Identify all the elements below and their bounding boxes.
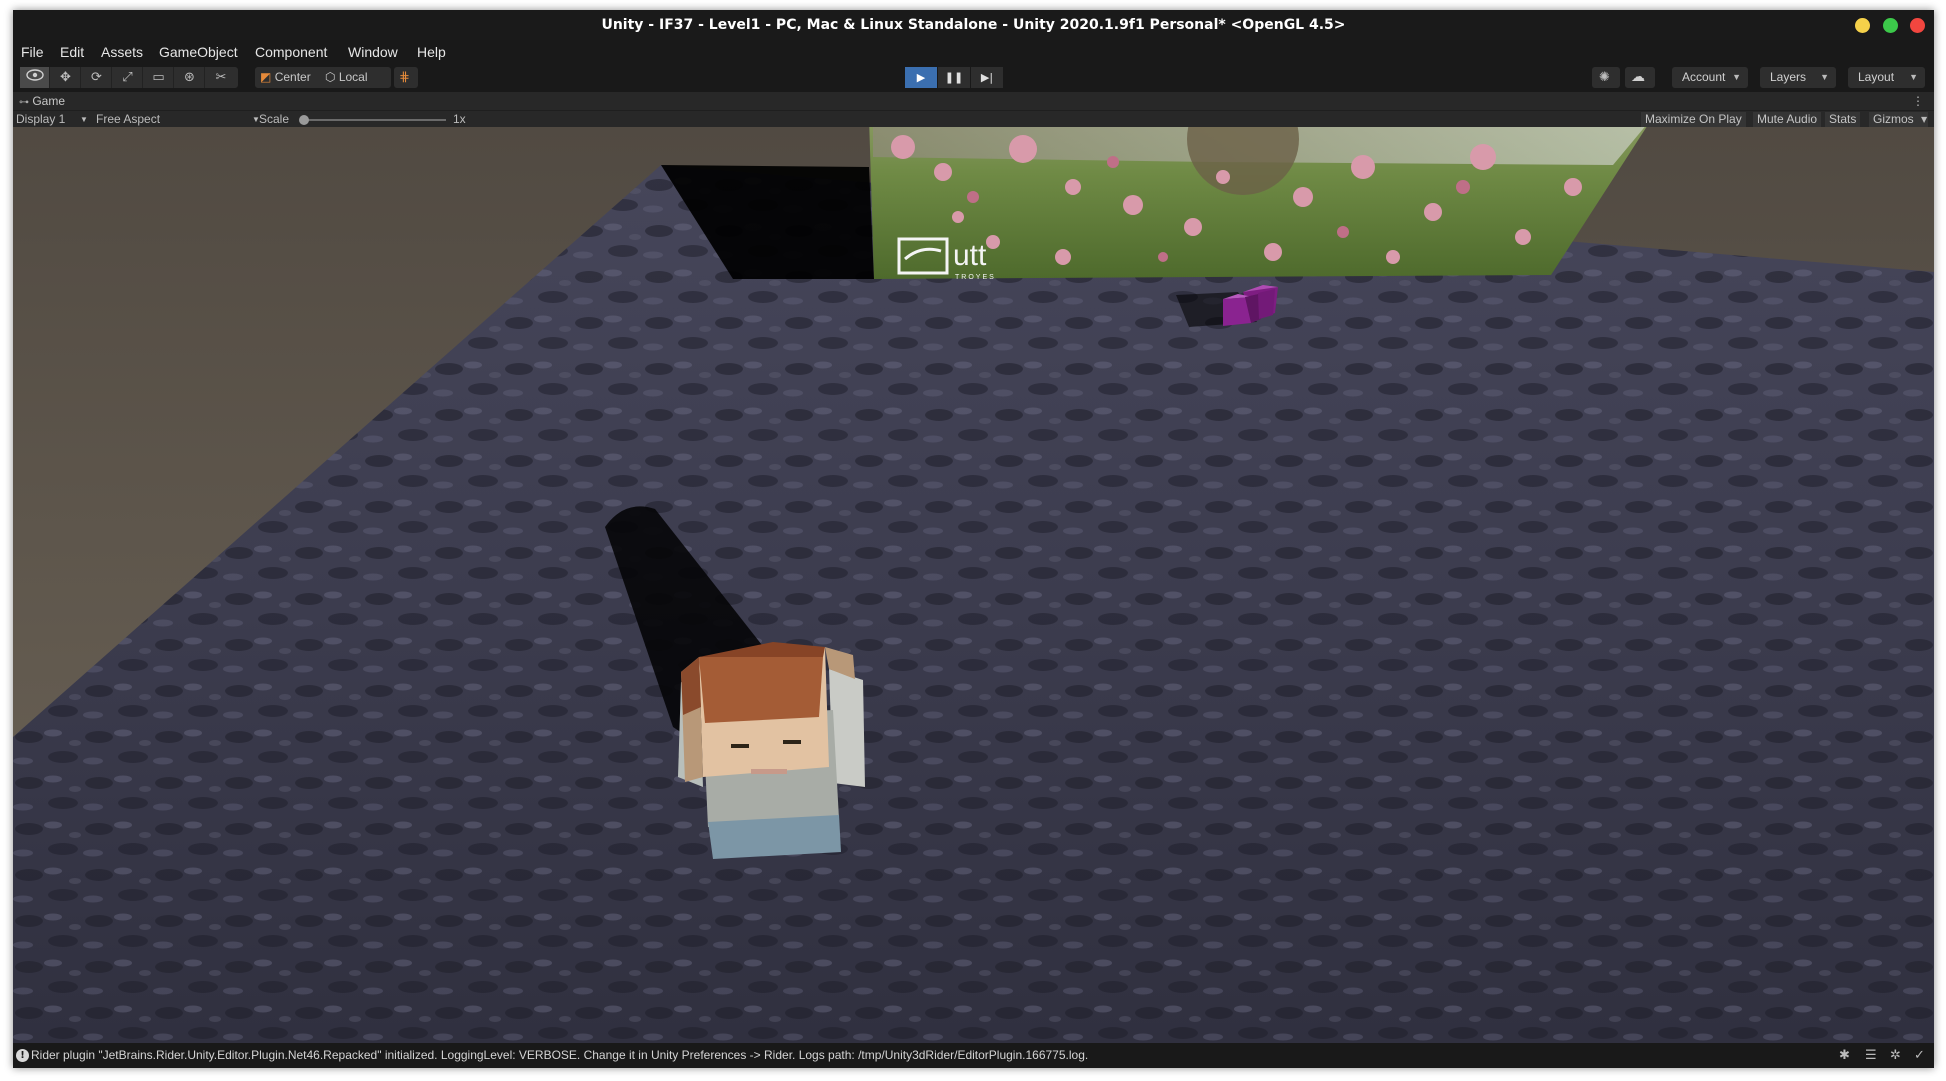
menu-file[interactable]: File [21,40,44,64]
cloud-button[interactable]: ☁ [1625,67,1655,88]
mute-audio-button[interactable]: Mute Audio [1753,112,1822,127]
status-message[interactable]: Rider plugin "JetBrains.Rider.Unity.Edit… [31,1043,1088,1068]
game-viewport[interactable]: utt TROYES [13,127,1934,1043]
pivot-local-label: Local [338,70,368,84]
menu-bar: File Edit Assets GameObject Component Wi… [13,40,1934,64]
pivot-local-button[interactable]: ⬡ Local [325,67,385,88]
move-tool-icon[interactable]: ✥ [51,67,81,88]
transform-tool-icon[interactable]: ⊛ [175,67,205,88]
check-icon[interactable]: ✓ [1914,1043,1925,1068]
tab-game-label: Game [32,94,66,108]
local-icon: ⬡ [325,70,336,84]
scene-render: utt TROYES [13,127,1934,1043]
title-bar: Unity - IF37 - Level1 - PC, Mac & Linux … [13,10,1934,40]
scale-value: 1x [453,112,466,126]
display-label: Display 1 [16,112,66,126]
view-tool-icon[interactable] [20,67,50,88]
more-options-icon[interactable]: ⋮ [1912,92,1924,110]
scale-tool-icon[interactable]: ⤢ [113,67,143,88]
grid-snap-icon: ⋕ [399,70,410,85]
game-tab-bar: ⊶ Game ⋮ [13,92,1934,110]
menu-component[interactable]: Component [255,40,327,64]
rotate-tool-icon[interactable]: ⟳ [82,67,112,88]
aspect-label: Free Aspect [96,112,161,126]
chevron-down-icon: ▼ [80,115,88,124]
sun-icon: ✺ [1599,70,1610,85]
menu-assets[interactable]: Assets [101,40,143,64]
window-title: Unity - IF37 - Level1 - PC, Mac & Linux … [601,17,1346,33]
billboard-logo: utt [953,239,987,272]
layout-label: Layout [1858,70,1895,84]
close-button[interactable] [1910,18,1925,33]
main-toolbar: ✥ ⟳ ⤢ ▭ ⊛ ✂ ◩ Center ⬡ Local ⋕ ▶ ❚❚ ▶| ✺ [13,64,1934,92]
gamepad-icon: ⊶ [19,97,29,108]
chevron-down-icon: ▼ [1732,72,1741,82]
rect-tool-icon[interactable]: ▭ [144,67,174,88]
step-button[interactable]: ▶| [971,67,1003,88]
chevron-down-icon: ▼ [1909,72,1918,82]
scale-slider-handle[interactable] [299,115,309,125]
menu-window[interactable]: Window [348,40,398,64]
account-label: Account [1682,70,1726,84]
scale-slider[interactable] [299,115,446,125]
layers-label: Layers [1770,70,1807,84]
maximize-on-play-button[interactable]: Maximize On Play [1641,112,1746,127]
custom-tool-icon[interactable]: ✂ [206,67,236,88]
gizmos-button[interactable]: Gizmos [1869,112,1928,127]
minimize-button[interactable] [1855,18,1870,33]
grid-snap-toggle[interactable]: ⋕ [394,67,418,88]
status-bar: ! Rider plugin "JetBrains.Rider.Unity.Ed… [13,1043,1934,1068]
center-icon: ◩ [260,70,272,84]
stats-button[interactable]: Stats [1825,112,1861,127]
account-dropdown[interactable]: Account ▼ [1672,67,1748,88]
maximize-button[interactable] [1883,18,1898,33]
pivot-center-label: Center [274,70,311,84]
menu-help[interactable]: Help [417,40,446,64]
billboard-subtext: TROYES [955,274,996,281]
chevron-down-icon: ▼ [1820,72,1829,82]
game-view-controls: Display 1 ▼ Free Aspect ▼ Scale 1x Maxim… [13,110,1934,128]
cloud-icon: ☁ [1631,69,1645,85]
bug-icon[interactable]: ✱ [1839,1043,1850,1068]
billboard: utt TROYES [869,127,1647,281]
chevron-down-icon[interactable]: ▼ [1921,111,1927,128]
play-button[interactable]: ▶ [905,67,937,88]
menu-edit[interactable]: Edit [60,40,84,64]
pivot-center-button[interactable]: ◩ Center [260,67,322,88]
aspect-dropdown[interactable]: Free Aspect ▼ [96,111,261,128]
transform-tools: ✥ ⟳ ⤢ ▭ ⊛ ✂ [20,67,238,88]
network-icon[interactable]: ✲ [1890,1043,1901,1068]
display-dropdown[interactable]: Display 1 ▼ [16,111,91,128]
unity-editor-window: Unity - IF37 - Level1 - PC, Mac & Linux … [13,10,1934,1068]
pivot-toggles: ◩ Center ⬡ Local [255,67,391,88]
menu-gameobject[interactable]: GameObject [159,40,238,64]
layers-dropdown[interactable]: Layers ▼ [1760,67,1836,88]
scale-label: Scale [259,112,290,126]
tab-game[interactable]: ⊶ Game [19,92,65,110]
stack-icon[interactable]: ☰ [1865,1043,1877,1068]
layout-dropdown[interactable]: Layout ▼ [1848,67,1925,88]
pause-button[interactable]: ❚❚ [938,67,970,88]
info-icon: ! [16,1049,29,1062]
services-button[interactable]: ✺ [1592,67,1620,88]
